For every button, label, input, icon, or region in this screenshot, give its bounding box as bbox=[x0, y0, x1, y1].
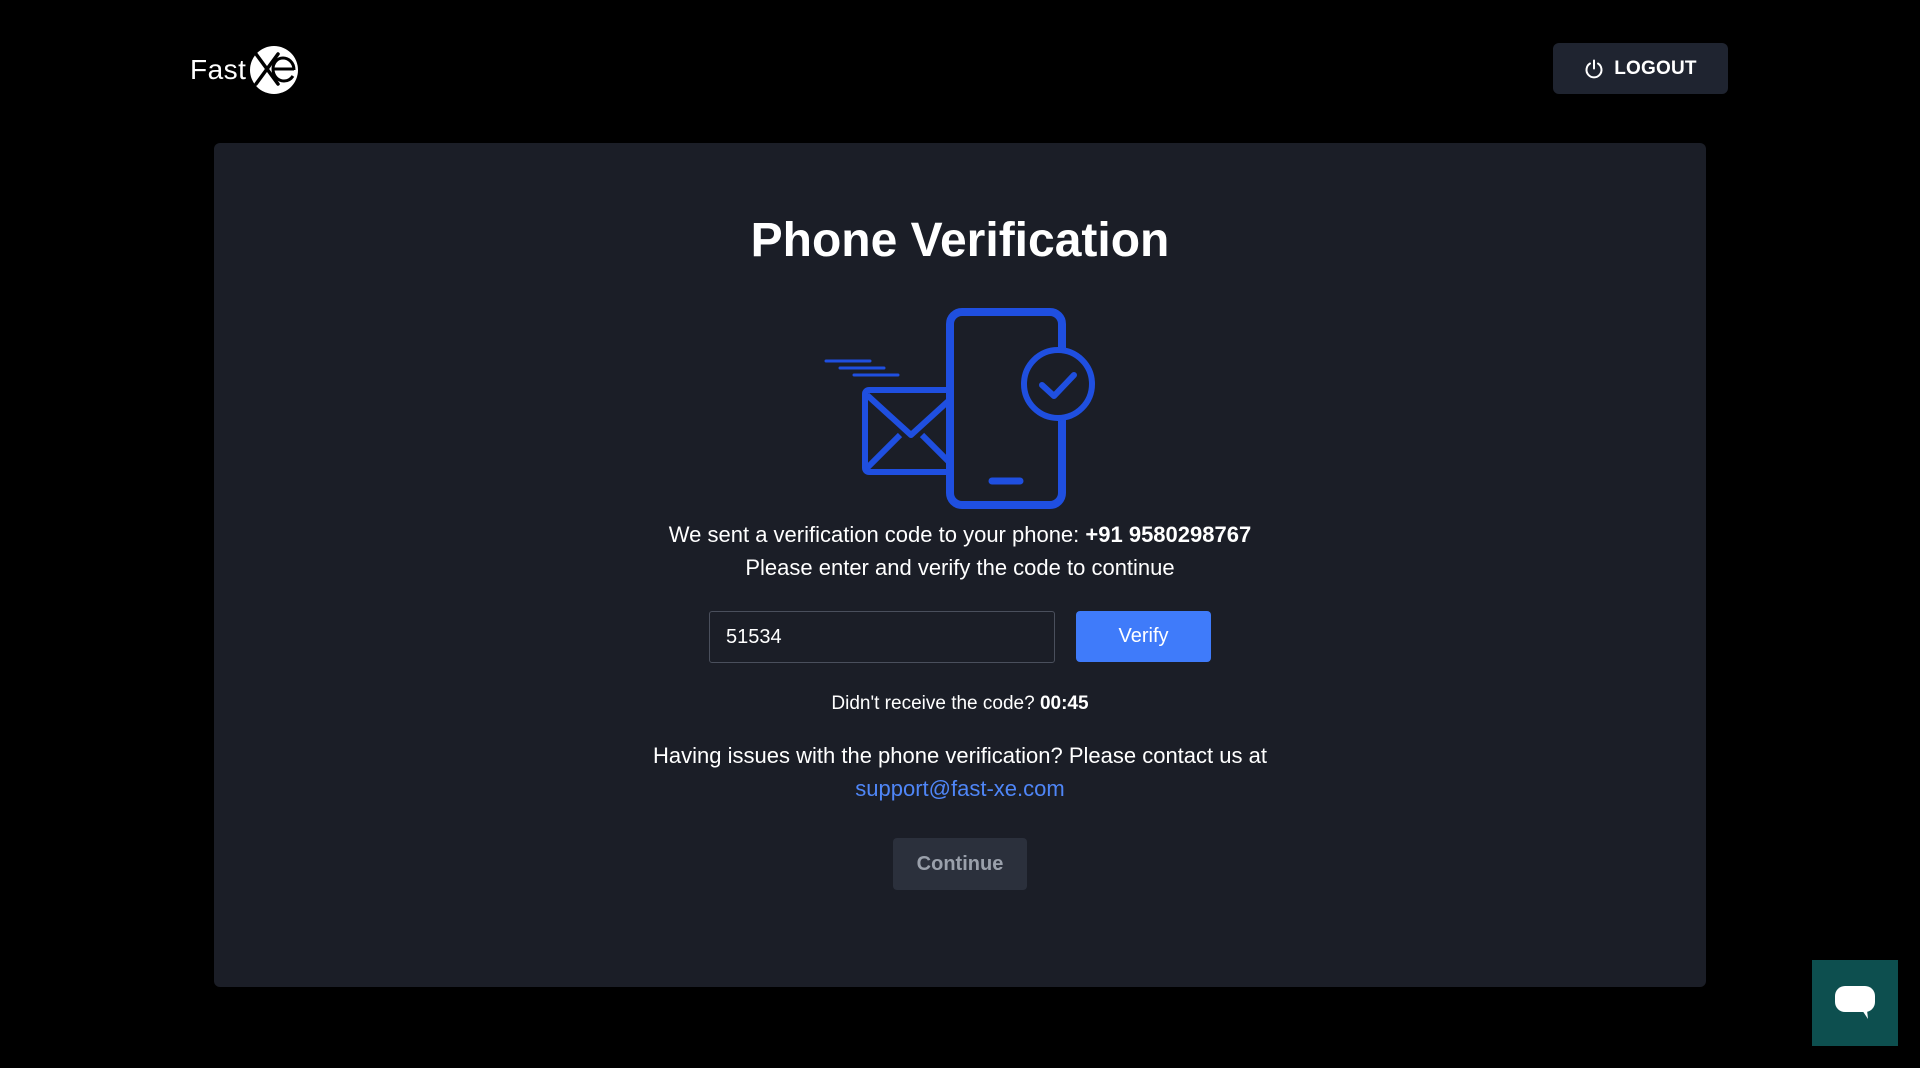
verification-code-input[interactable] bbox=[709, 611, 1055, 663]
logout-label: LOGOUT bbox=[1614, 57, 1697, 79]
resend-timer: 00:45 bbox=[1039, 693, 1089, 714]
chat-widget-button[interactable] bbox=[1812, 960, 1898, 1046]
logout-button[interactable]: LOGOUT bbox=[1553, 43, 1728, 94]
enter-code-message: Please enter and verify the code to cont… bbox=[745, 555, 1175, 580]
resend-code-message: Didn't receive the code? 00:45 bbox=[0, 691, 1920, 717]
power-icon bbox=[1585, 59, 1603, 78]
logo-mark-icon bbox=[250, 46, 299, 94]
phone-verification-illustration-icon bbox=[824, 308, 1095, 509]
phone-number: +91 9580298767 bbox=[1085, 522, 1252, 547]
support-message: Having issues with the phone verificatio… bbox=[653, 743, 1267, 768]
continue-button[interactable]: Continue bbox=[893, 838, 1027, 890]
fastxe-logo[interactable]: Fast bbox=[190, 44, 300, 96]
page-title: Phone Verification bbox=[750, 214, 1170, 267]
sent-code-message: We sent a verification code to your phon… bbox=[0, 520, 1920, 550]
support-link-row: support@fast-xe.com bbox=[0, 774, 1920, 804]
logo-text: Fast bbox=[190, 54, 247, 85]
sent-code-text: We sent a verification code to your phon… bbox=[668, 522, 1086, 547]
chat-bubble-icon bbox=[1835, 986, 1875, 1019]
page: Fast LOGOUT Phone Verification We sent a… bbox=[0, 0, 1920, 1068]
resend-text: Didn't receive the code? bbox=[831, 693, 1040, 714]
support-email-link[interactable]: support@fast-xe.com bbox=[855, 776, 1064, 801]
verify-button[interactable]: Verify bbox=[1076, 611, 1211, 662]
